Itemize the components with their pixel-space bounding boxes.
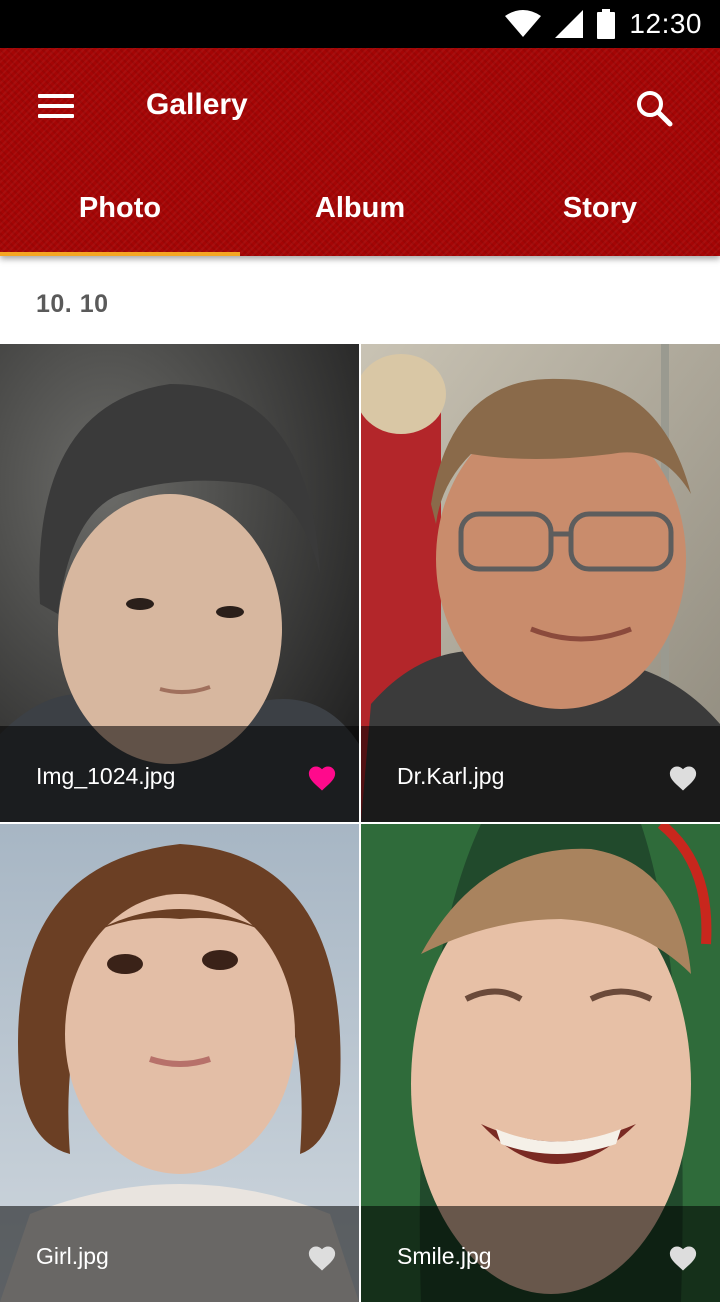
status-time: 12:30 bbox=[629, 8, 702, 39]
photo-tile[interactable]: Img_1024.jpg bbox=[0, 344, 359, 822]
battery-icon bbox=[597, 9, 616, 39]
page-title: Gallery bbox=[146, 88, 248, 121]
heart-icon[interactable] bbox=[668, 1244, 698, 1272]
photo-tile[interactable]: Girl.jpg bbox=[0, 824, 359, 1302]
photo-name: Girl.jpg bbox=[36, 1243, 109, 1269]
tab-story[interactable]: Story bbox=[480, 160, 720, 256]
date-header: 10. 10 bbox=[36, 290, 109, 318]
photo-name: Smile.jpg bbox=[397, 1243, 492, 1269]
app-bar: Gallery Photo Album Story bbox=[0, 48, 720, 256]
search-button[interactable] bbox=[628, 84, 680, 136]
photo-tile[interactable]: Smile.jpg bbox=[361, 824, 720, 1302]
photo-grid: Img_1024.jpg Dr.Karl.jpg Girl.jpg Smile.… bbox=[0, 344, 720, 1302]
photo-tile[interactable]: Dr.Karl.jpg bbox=[361, 344, 720, 822]
status-bar: 12:30 bbox=[0, 0, 720, 48]
tab-label: Story bbox=[562, 191, 638, 224]
toolbar: Gallery bbox=[0, 48, 720, 160]
menu-button[interactable] bbox=[28, 84, 84, 128]
search-icon bbox=[637, 91, 673, 127]
tab-label: Album bbox=[314, 191, 406, 224]
heart-icon[interactable] bbox=[307, 764, 337, 792]
heart-icon[interactable] bbox=[668, 764, 698, 792]
tab-photo[interactable]: Photo bbox=[0, 160, 240, 256]
cell-signal-icon bbox=[555, 10, 584, 38]
tab-bar: Photo Album Story bbox=[0, 160, 720, 256]
photo-name: Dr.Karl.jpg bbox=[397, 763, 505, 789]
tab-album[interactable]: Album bbox=[240, 160, 480, 256]
photo-name: Img_1024.jpg bbox=[36, 763, 176, 789]
wifi-icon bbox=[505, 10, 542, 37]
tab-label: Photo bbox=[78, 191, 162, 224]
heart-icon[interactable] bbox=[307, 1244, 337, 1272]
